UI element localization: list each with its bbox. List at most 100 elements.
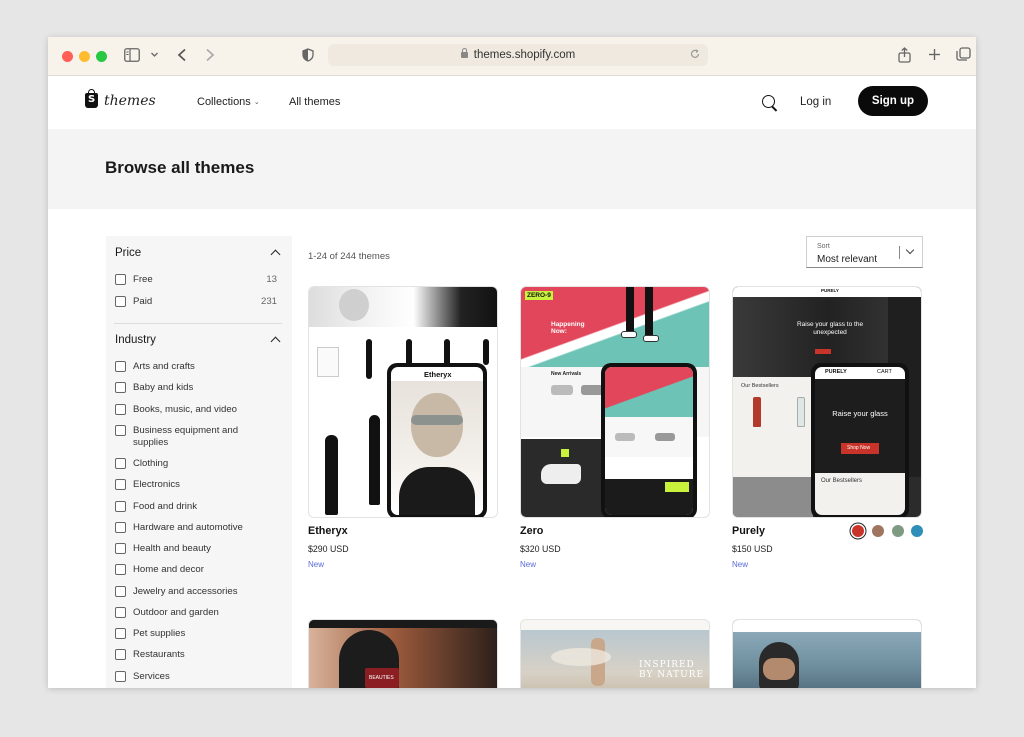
checkbox[interactable] <box>115 404 126 415</box>
search-icon[interactable] <box>762 95 775 108</box>
checkbox[interactable] <box>115 522 126 533</box>
nav-collections-label: Collections <box>197 96 251 108</box>
checkbox[interactable] <box>115 501 126 512</box>
nav-all-themes[interactable]: All themes <box>289 96 340 108</box>
signup-button[interactable]: Sign up <box>858 86 928 116</box>
theme-preview[interactable]: BEAUTIES <box>308 619 498 688</box>
theme-name[interactable]: Purely <box>732 525 765 537</box>
preview-headline: Happening Now: <box>551 321 585 335</box>
share-icon[interactable] <box>898 47 911 67</box>
login-link[interactable]: Log in <box>800 96 831 108</box>
hero-band: Browse all themes <box>48 129 976 209</box>
checkbox[interactable] <box>115 628 126 639</box>
filter-label: Outdoor and garden <box>133 607 219 618</box>
preview-label: INSPIRED BY NATURE <box>639 660 705 680</box>
sort-select[interactable]: Sort Most relevant <box>806 236 923 268</box>
theme-name[interactable]: Etheryx <box>308 525 348 537</box>
color-swatch-sage[interactable] <box>892 525 904 537</box>
checkbox[interactable] <box>115 361 126 372</box>
chevron-down-icon[interactable] <box>150 48 159 67</box>
checkbox[interactable] <box>115 425 126 436</box>
color-swatch-brown[interactable] <box>872 525 884 537</box>
filter-label: Hardware and automotive <box>133 522 243 533</box>
preview-model <box>483 339 489 365</box>
theme-preview-purely[interactable]: PURELY Raise your glass to the unexpecte… <box>732 286 922 518</box>
preview-label: BEAUTIES <box>369 675 394 681</box>
close-window-button[interactable] <box>62 51 73 62</box>
browser-window: themes.shopify.com themes Collections⌄ A… <box>48 37 976 688</box>
preview-cta-label: Shop Now <box>847 445 871 451</box>
checkbox[interactable] <box>115 586 126 597</box>
shopify-bag-icon[interactable] <box>85 89 98 108</box>
theme-preview[interactable] <box>732 619 922 688</box>
theme-preview[interactable]: INSPIRED BY NATURE <box>520 619 710 688</box>
preview-section-title: New Arrivals <box>551 371 582 377</box>
privacy-shield-icon[interactable] <box>302 48 314 66</box>
theme-price: $290 USD <box>308 544 349 554</box>
checkbox[interactable] <box>115 671 126 682</box>
checkbox[interactable] <box>115 458 126 469</box>
new-tab-plus-icon[interactable] <box>928 48 941 65</box>
nav-collections[interactable]: Collections ⌄ <box>197 96 260 108</box>
preview-model <box>366 339 372 379</box>
filter-label: Home and decor <box>133 564 204 575</box>
preview-brand: ZERO-9 <box>525 291 553 300</box>
preview-nav-label: Etheryx <box>424 370 452 379</box>
color-swatch-blue[interactable] <box>911 525 923 537</box>
checkbox[interactable] <box>115 543 126 554</box>
address-bar[interactable]: themes.shopify.com <box>328 44 708 66</box>
filter-label: Services <box>133 671 170 682</box>
filter-label: Restaurants <box>133 649 185 660</box>
preview-phone-screen <box>605 367 693 515</box>
lock-icon <box>460 48 468 58</box>
page-title: Browse all themes <box>105 158 255 177</box>
theme-preview-etheryx[interactable]: Etheryx <box>308 286 498 518</box>
checkbox[interactable] <box>115 296 126 307</box>
checkbox[interactable] <box>115 607 126 618</box>
minimize-window-button[interactable] <box>79 51 90 62</box>
checkbox[interactable] <box>115 564 126 575</box>
preview-phone-frame <box>601 363 697 517</box>
preview-sunglasses <box>411 415 463 425</box>
filter-sidebar: Price Free 13 Paid 231 Industry Arts and… <box>106 236 292 688</box>
url-text: themes.shopify.com <box>473 49 576 61</box>
filter-label: Health and beauty <box>133 543 211 554</box>
checkbox[interactable] <box>115 649 126 660</box>
chevron-up-icon[interactable] <box>270 249 281 260</box>
logo-text[interactable]: themes <box>104 93 156 109</box>
preview-banner <box>309 287 497 327</box>
preview-model <box>325 435 338 515</box>
theme-name[interactable]: Zero <box>520 525 543 537</box>
forward-arrow-icon[interactable] <box>204 48 216 66</box>
preview-cart: CART <box>877 369 892 375</box>
browser-toolbar: themes.shopify.com <box>48 37 976 76</box>
theme-preview-zero[interactable]: ZERO-9 Happening Now: New Arrivals <box>520 286 710 518</box>
chevron-up-icon[interactable] <box>270 336 281 347</box>
preview-button <box>815 349 831 354</box>
filter-label: Electronics <box>133 479 180 490</box>
back-arrow-icon[interactable] <box>176 48 188 66</box>
divider <box>114 323 282 324</box>
preview-phone-screen: PURELY CART Raise your glass Shop Now Ou… <box>815 367 905 515</box>
preview-legs <box>621 287 661 345</box>
tab-overview-icon[interactable] <box>956 47 971 66</box>
preview-cta: Shop Now <box>841 443 879 454</box>
filter-label: Baby and kids <box>133 382 194 393</box>
price-filter-title[interactable]: Price <box>115 247 141 259</box>
checkbox[interactable] <box>115 382 126 393</box>
filter-count: 13 <box>266 274 277 285</box>
filter-label: Paid <box>133 296 153 307</box>
preview-nav: PURELY <box>733 287 921 297</box>
new-badge: New <box>308 560 325 569</box>
new-badge: New <box>732 560 749 569</box>
chevron-down-icon: ⌄ <box>253 99 260 106</box>
reload-icon[interactable] <box>690 44 700 66</box>
checkbox[interactable] <box>115 274 126 285</box>
color-swatch-red[interactable] <box>852 525 864 537</box>
zoom-window-button[interactable] <box>96 51 107 62</box>
filter-label: Jewelry and accessories <box>133 586 238 597</box>
sidebar-toggle-icon[interactable] <box>124 48 140 66</box>
industry-filter-title[interactable]: Industry <box>115 334 156 346</box>
preview-portrait-face <box>411 393 463 457</box>
checkbox[interactable] <box>115 479 126 490</box>
